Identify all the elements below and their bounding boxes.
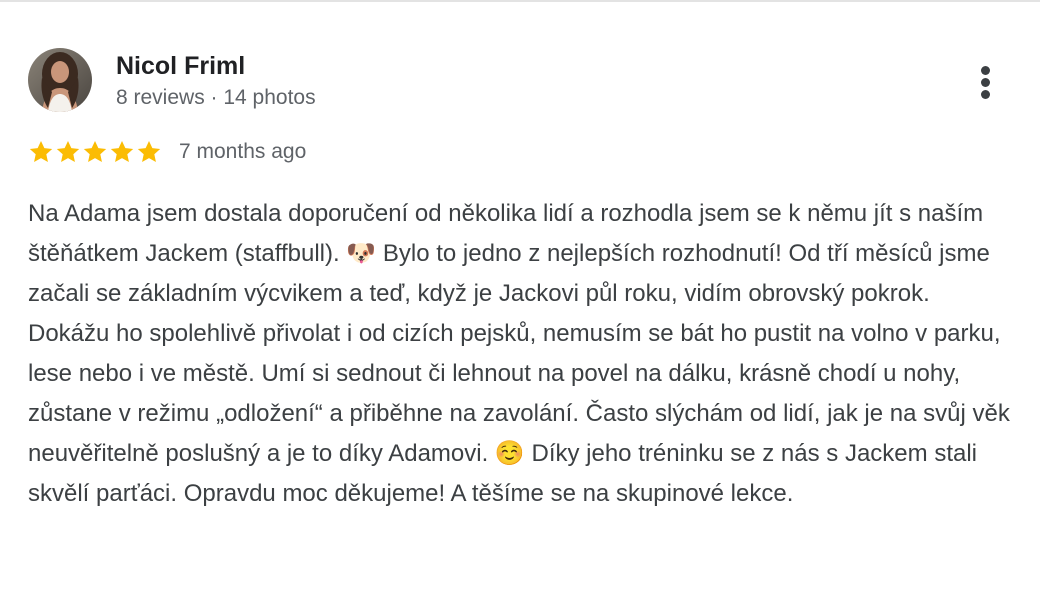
star-icon	[110, 140, 134, 162]
avatar-photo	[28, 48, 92, 112]
review-card: Nicol Friml 8 reviews · 14 photos 7 mont…	[0, 0, 1040, 612]
review-time: 7 months ago	[179, 140, 307, 163]
star-rating	[28, 139, 162, 165]
star-icon	[137, 140, 161, 162]
reviewer-stats: 8 reviews · 14 photos	[116, 86, 316, 109]
more-options-button[interactable]	[966, 60, 1006, 104]
reviewer-name[interactable]: Nicol Friml	[116, 50, 245, 82]
star-icon	[56, 140, 80, 162]
rating-row: 7 months ago	[28, 136, 306, 168]
review-text: Na Adama jsem dostala doporučení od něko…	[28, 200, 1010, 507]
avatar[interactable]	[28, 48, 92, 112]
star-icon	[29, 140, 53, 162]
star-icon	[83, 140, 107, 162]
